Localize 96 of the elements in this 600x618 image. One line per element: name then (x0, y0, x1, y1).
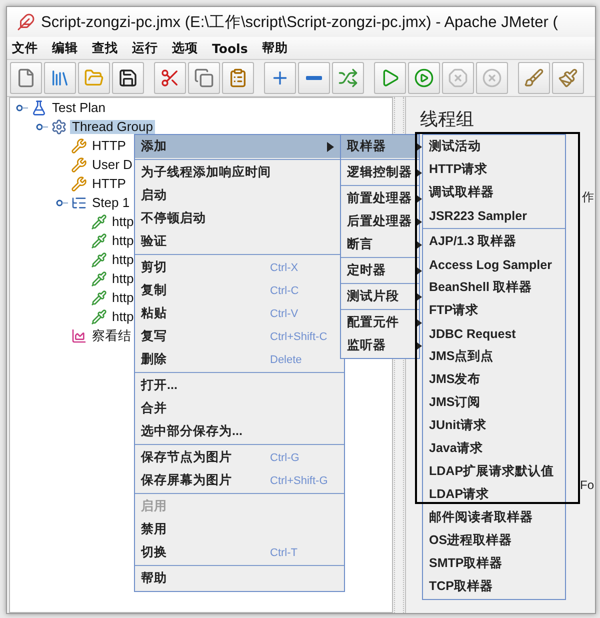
menu-item[interactable]: 剪切 Ctrl-X (135, 256, 344, 279)
menu-item[interactable]: Java请求 (423, 437, 565, 460)
menu-item[interactable]: 邮件阅读者取样器 (423, 506, 565, 529)
menu-bar-item[interactable]: 编辑 (52, 40, 78, 56)
menu-item[interactable]: 前置处理器 (341, 187, 419, 210)
menu-item[interactable]: 删除 Delete (135, 348, 344, 371)
window-title: Script-zongzi-pc.jmx (E:\工作\script\Script-zongzi-pc.jmx) - Apache JMeter ( (41, 12, 558, 32)
menu-bar-item[interactable]: 选项 (172, 40, 198, 56)
menu-item[interactable]: 粘贴 Ctrl-V (135, 302, 344, 325)
panel-title: 线程组 (420, 108, 474, 131)
tree-node[interactable]: Test Plan (50, 100, 108, 114)
tree-handle-icon[interactable] (36, 122, 48, 132)
menu-item[interactable]: 复写 Ctrl+Shift-C (135, 325, 344, 348)
tree-node[interactable]: HTTP (90, 176, 128, 190)
menu-item[interactable]: 监听器 (341, 334, 419, 357)
wrench-icon (71, 156, 87, 172)
menu-item[interactable]: 取样器 (341, 135, 419, 158)
menu-item[interactable]: 不停顿启动 (135, 207, 344, 230)
list-icon (71, 194, 87, 210)
menu-item[interactable]: JMS点到点 (423, 345, 565, 368)
tree-node[interactable]: User D (90, 158, 134, 172)
menu-item[interactable]: SMTP取样器 (423, 552, 565, 575)
app-logo-icon (17, 13, 35, 31)
menu-item[interactable]: 复制 Ctrl-C (135, 279, 344, 302)
menu-item[interactable]: 定时器 (341, 259, 419, 282)
minus-icon (306, 76, 322, 80)
menu-item[interactable]: OS进程取样器 (423, 529, 565, 552)
pipette-icon (91, 270, 107, 286)
tree-handle-icon[interactable] (16, 102, 28, 112)
flask-icon (31, 100, 47, 116)
menu-item[interactable]: 断言 (341, 233, 419, 256)
menu-item[interactable]: LDAP扩展请求默认值 (423, 460, 565, 483)
chart-icon (71, 328, 87, 344)
menu-item[interactable]: JMS发布 (423, 368, 565, 391)
menu-item[interactable]: 选中部分保存为... (135, 420, 344, 443)
menu-item[interactable]: JUnit请求 (423, 414, 565, 437)
menu-bar-item[interactable]: 文件 (12, 40, 38, 56)
menu-item[interactable]: 测试活动 (423, 135, 565, 158)
menu-item[interactable]: 测试片段 (341, 285, 419, 308)
books-icon (50, 68, 70, 88)
menu-item[interactable]: JSR223 Sampler (423, 204, 565, 227)
tree-handle-icon[interactable] (56, 198, 68, 208)
menu-item[interactable]: HTTP请求 (423, 158, 565, 181)
pipette-icon (91, 214, 107, 230)
menu-item[interactable]: 逻辑控制器 (341, 161, 419, 184)
menu-item[interactable]: 配置元件 (341, 311, 419, 334)
menu-bar-item[interactable]: 运行 (132, 40, 158, 56)
new-file-icon (16, 68, 36, 88)
menu-item[interactable]: 后置处理器 (341, 210, 419, 233)
toggle-icon (338, 68, 358, 88)
menu-bar-item[interactable]: Tools (212, 40, 248, 56)
menu-item[interactable]: 合并 (135, 397, 344, 420)
stop-icon (448, 68, 468, 88)
menu-item[interactable]: 调试取样器 (423, 181, 565, 204)
menu-item[interactable]: FTP请求 (423, 299, 565, 322)
menu-item[interactable]: 启动 (135, 184, 344, 207)
field-label: Fo (580, 478, 594, 492)
wrench-icon (71, 176, 87, 192)
tree-node[interactable]: Thread Group (70, 120, 155, 134)
menu-item[interactable]: JMS订阅 (423, 391, 565, 414)
tree-node[interactable]: HTTP (90, 138, 128, 152)
menu-item[interactable]: 帮助 (135, 567, 344, 590)
play-circle-icon (414, 68, 434, 88)
menu-item[interactable]: 验证 (135, 230, 344, 253)
paste-icon (228, 68, 248, 88)
cut-icon (160, 68, 180, 88)
menu-item[interactable]: 为子线程添加响应时间 (135, 161, 344, 184)
menu-item[interactable]: BeanShell 取样器 (423, 276, 565, 299)
menu-bar-item[interactable]: 帮助 (262, 40, 288, 56)
broom-icon (524, 68, 544, 88)
gear-icon (51, 118, 67, 134)
menu-bar-item[interactable]: 查找 (92, 40, 118, 56)
close-circle-icon (482, 68, 502, 88)
copy-icon (194, 68, 214, 88)
tree-node[interactable]: Step 1 (90, 196, 132, 210)
save-icon (118, 68, 138, 88)
menu-item[interactable]: LDAP请求 (423, 483, 565, 506)
menu-item[interactable]: JDBC Request (423, 322, 565, 345)
pipette-icon (91, 252, 107, 268)
menu-item[interactable]: 保存节点为图片 Ctrl-G (135, 446, 344, 469)
menu-item[interactable]: 保存屏幕为图片 Ctrl+Shift-G (135, 469, 344, 492)
pipette-icon (91, 308, 107, 324)
menu-item[interactable]: 打开... (135, 374, 344, 397)
field-label: 作 (582, 189, 594, 206)
menu-item[interactable]: 切换 Ctrl-T (135, 541, 344, 564)
tree-node[interactable]: 察看结 (90, 328, 133, 342)
pipette-icon (91, 232, 107, 248)
pipette-icon (91, 290, 107, 306)
broom-icon (558, 68, 578, 88)
wrench-icon (71, 138, 87, 154)
menu-item[interactable]: Access Log Sampler (423, 253, 565, 276)
menu-item[interactable]: AJP/1.3 取样器 (423, 230, 565, 253)
toolbar-button[interactable] (112, 62, 144, 94)
menu-item[interactable]: TCP取样器 (423, 575, 565, 598)
folder-icon (84, 68, 104, 88)
menu-item[interactable]: 禁用 (135, 518, 344, 541)
